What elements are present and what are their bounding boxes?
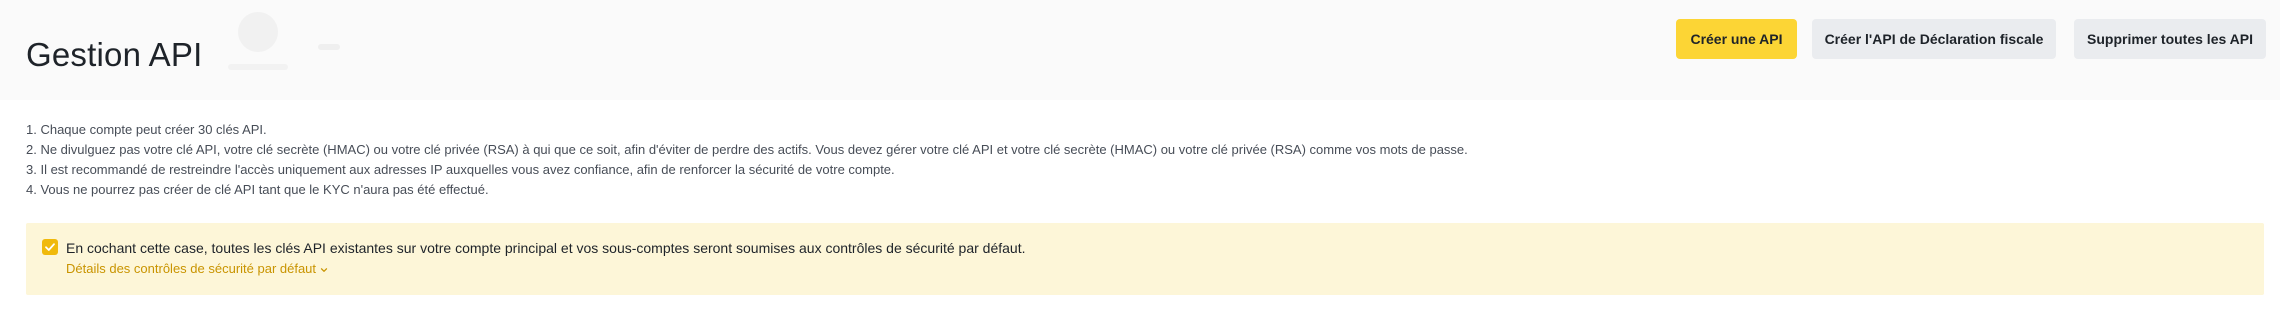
security-details-label: Détails des contrôles de sécurité par dé… — [66, 261, 317, 276]
security-details-link[interactable]: Détails des contrôles de sécurité par dé… — [66, 259, 328, 280]
chevron-down-icon — [320, 260, 328, 280]
create-api-button[interactable]: Créer une API — [1676, 19, 1797, 59]
watermark-bar — [318, 44, 340, 50]
page-header: Gestion API Créer une API Créer l'API de… — [0, 0, 2280, 100]
note-item: 1. Chaque compte peut créer 30 clés API. — [26, 122, 267, 137]
note-item: 4. Vous ne pourrez pas créer de clé API … — [26, 182, 489, 197]
note-item: 3. Il est recommandé de restreindre l'ac… — [26, 162, 895, 177]
default-security-checkbox[interactable] — [42, 239, 58, 255]
watermark-circle — [238, 12, 278, 52]
note-item: 2. Ne divulguez pas votre clé API, votre… — [26, 142, 1468, 157]
page-title: Gestion API — [26, 36, 203, 73]
banner-text: En cochant cette case, toutes les clés A… — [66, 240, 1026, 256]
create-tax-api-button[interactable]: Créer l'API de Déclaration fiscale — [1812, 19, 2056, 59]
delete-all-api-button[interactable]: Supprimer toutes les API — [2074, 19, 2266, 59]
watermark-bar — [228, 64, 288, 70]
api-notes-list: 1. Chaque compte peut créer 30 clés API.… — [26, 120, 1468, 200]
check-icon — [45, 243, 55, 251]
security-banner: En cochant cette case, toutes les clés A… — [26, 223, 2264, 295]
